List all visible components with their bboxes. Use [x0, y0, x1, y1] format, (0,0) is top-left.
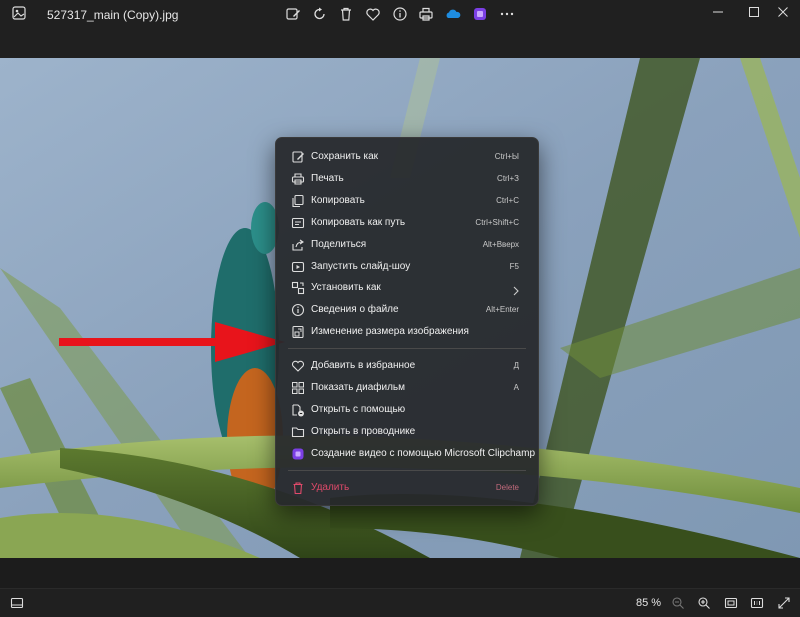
- trash-icon: [291, 481, 305, 495]
- menu-separator: [288, 470, 526, 471]
- delete-icon[interactable]: [334, 4, 358, 24]
- share-icon: [291, 238, 305, 252]
- menu-item-delete[interactable]: Удалить Delete: [280, 478, 534, 498]
- menu-item-slideshow[interactable]: Запустить слайд-шоу F5: [280, 257, 534, 277]
- menu-item-copy[interactable]: Копировать Ctrl+C: [280, 191, 534, 211]
- copy-path-icon: [291, 216, 305, 230]
- more-icon[interactable]: [495, 4, 519, 24]
- actual-size-icon[interactable]: [748, 595, 766, 611]
- chevron-right-icon: [512, 283, 520, 296]
- open-with-icon: [291, 403, 305, 417]
- set-as-icon: [291, 281, 305, 295]
- menu-item-add-favorite[interactable]: Добавить в избранное Д: [280, 356, 534, 376]
- info-icon[interactable]: [388, 4, 412, 24]
- slideshow-icon: [291, 260, 305, 274]
- menu-item-open-with[interactable]: Открыть с помощью: [280, 400, 534, 420]
- title-bar: 527317_main (Copy).jpg: [0, 0, 800, 58]
- heart-icon: [291, 359, 305, 373]
- context-menu: Сохранить как Ctrl+Ы Печать Ctrl+З Копир…: [275, 137, 539, 506]
- menu-item-share[interactable]: Поделиться Alt+Вверх: [280, 235, 534, 255]
- close-icon[interactable]: [766, 0, 800, 24]
- print-icon[interactable]: [414, 4, 438, 24]
- rotate-icon[interactable]: [308, 4, 332, 24]
- folder-icon: [291, 425, 305, 439]
- save-as-icon: [291, 150, 305, 164]
- menu-item-file-info[interactable]: Сведения о файле Alt+Enter: [280, 300, 534, 320]
- clipchamp-icon: [291, 447, 305, 461]
- zoom-in-icon[interactable]: [695, 595, 713, 611]
- onedrive-icon[interactable]: [441, 4, 465, 24]
- menu-item-copy-path[interactable]: Копировать как путь Ctrl+Shift+C: [280, 213, 534, 233]
- copy-icon: [291, 194, 305, 208]
- photos-app-icon: [12, 6, 26, 20]
- menu-separator: [288, 348, 526, 349]
- menu-item-filmstrip[interactable]: Показать диафильм А: [280, 378, 534, 398]
- resize-icon: [291, 325, 305, 339]
- zoom-level[interactable]: 85 %: [636, 597, 661, 609]
- zoom-out-icon[interactable]: [669, 595, 687, 611]
- menu-item-save-as[interactable]: Сохранить как Ctrl+Ы: [280, 147, 534, 167]
- info-icon: [291, 303, 305, 317]
- favorite-icon[interactable]: [361, 4, 385, 24]
- menu-item-resize-image[interactable]: Изменение размера изображения: [280, 322, 534, 342]
- filmstrip-icon: [291, 381, 305, 395]
- print-icon: [291, 172, 305, 186]
- menu-item-open-in-explorer[interactable]: Открыть в проводнике: [280, 422, 534, 442]
- menu-item-set-as[interactable]: Установить как: [280, 278, 534, 298]
- clipchamp-icon[interactable]: [468, 4, 492, 24]
- fit-to-window-icon[interactable]: [722, 595, 740, 611]
- full-screen-icon[interactable]: [775, 595, 793, 611]
- red-arrow-annotation: [59, 322, 285, 362]
- menu-item-print[interactable]: Печать Ctrl+З: [280, 169, 534, 189]
- minimize-icon[interactable]: [701, 0, 735, 24]
- bottom-bar: 85 %: [0, 588, 800, 617]
- menu-item-clipchamp[interactable]: Создание видео с помощью Microsoft Clipc…: [280, 444, 535, 464]
- filmstrip-toggle-icon[interactable]: [8, 595, 26, 611]
- edit-icon[interactable]: [281, 4, 305, 24]
- file-name: 527317_main (Copy).jpg: [47, 8, 179, 22]
